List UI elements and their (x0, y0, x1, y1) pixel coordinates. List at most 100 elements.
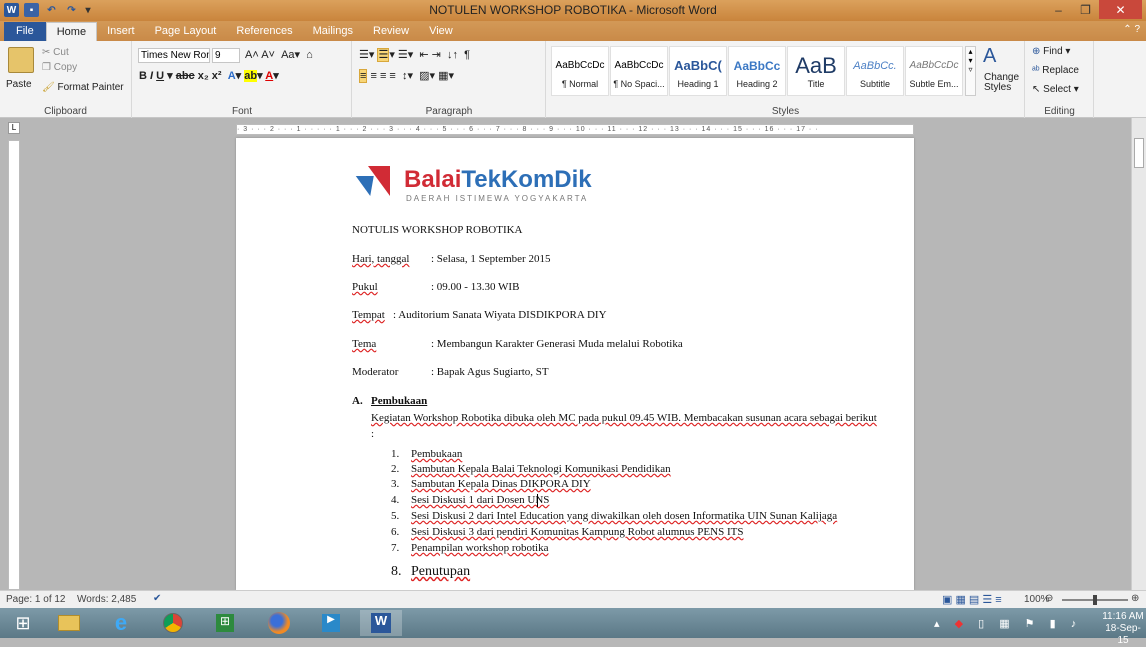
field-value-theme: : Membangun Karakter Generasi Muda melal… (431, 338, 683, 350)
paragraph-group: ☰▾ ☰▾ ☰▾ ⇤ ⇥ ↓↑ ¶ ≡ ≡ ≡ ≡ ↕▾ ▨▾ ▦▾ Parag… (353, 41, 546, 118)
tab-references[interactable]: References (226, 22, 302, 41)
section-title: Pembukaan (371, 395, 428, 407)
clipboard-label: Clipboard (44, 106, 87, 117)
taskbar-word[interactable]: W (360, 610, 402, 636)
tab-page-layout[interactable]: Page Layout (145, 22, 227, 41)
style-heading-1[interactable]: AaBbC(Heading 1 (669, 46, 727, 96)
alignment-buttons[interactable]: ≡ ≡ ≡ ≡ ↕▾ ▨▾ ▦▾ (359, 69, 454, 83)
tab-file[interactable]: File (4, 22, 46, 41)
style-name: Heading 2 (736, 79, 778, 89)
tab-view[interactable]: View (419, 22, 463, 41)
agenda-item: Sesi Diskusi 2 dari Intel Education yang… (411, 510, 838, 522)
ribbon-tabs: File Home Insert Page Layout References … (0, 21, 1146, 41)
editing-group: ⊕ Find ▾ ᵃᵇ Replace ↖ Select ▾ Editing (1026, 41, 1094, 118)
zoom-in-icon[interactable]: ⊕ (1131, 593, 1139, 604)
list-buttons[interactable]: ☰▾ ☰▾ ☰▾ ⇤ ⇥ ↓↑ ¶ (359, 48, 470, 62)
style-heading-2[interactable]: AaBbCc Heading 2 (728, 46, 786, 96)
agenda-number: 8. (391, 564, 402, 579)
tab-insert[interactable]: Insert (97, 22, 145, 41)
replace-button[interactable]: ᵃᵇ Replace (1032, 65, 1079, 76)
format-painter-button[interactable]: 🖌 Format Painter (42, 82, 124, 93)
style-preview: AaBbCcDc (909, 60, 959, 71)
select-label: Select (1043, 84, 1071, 95)
field-label-moderator: Moderator (352, 366, 399, 378)
close-button[interactable]: ✕ (1099, 0, 1142, 19)
style-no-spacing[interactable]: AaBbCcDc ¶ No Spaci... (610, 46, 668, 96)
view-buttons[interactable]: ▣ ▦ ▤ ☰ ≡ (942, 593, 1002, 606)
ruler-toggle[interactable]: L (8, 122, 20, 134)
opening-paragraph-end: : (371, 428, 375, 440)
cursor-icon: ↖ (1032, 84, 1041, 95)
style-preview: AaBbCcDc (614, 60, 664, 71)
scissors-icon: ✂ (42, 47, 54, 58)
brush-icon: 🖌 (42, 82, 55, 93)
taskbar-chrome[interactable] (152, 610, 194, 636)
font-name-select[interactable]: Times New Rom (138, 48, 210, 63)
zoom-slider-thumb[interactable] (1093, 595, 1097, 605)
clock[interactable]: 11:16 AM 18-Sep-15 (1100, 611, 1146, 647)
store-icon: ⊞ (216, 614, 234, 632)
field-label-theme: Tema (352, 338, 377, 350)
tab-review[interactable]: Review (363, 22, 419, 41)
style-preview: AaBbCcDc (555, 60, 605, 71)
opening-paragraph: Kegiatan Workshop Robotika dibuka oleh M… (371, 412, 877, 424)
change-styles-button[interactable]: Change Styles (984, 73, 1019, 93)
taskbar-media[interactable]: ▶ (310, 610, 352, 636)
document-page[interactable]: BalaiTekKomDik DAERAH ISTIMEWA YOGYAKART… (236, 138, 914, 590)
agenda-item: Penutupan (411, 564, 471, 579)
system-tray-icons[interactable]: ▴ ◆ ▯ ▦ ⚑ ▮ ♪ (934, 617, 1082, 630)
copy-button[interactable]: ❐ Copy (42, 62, 77, 73)
restore-button[interactable]: ❐ (1072, 0, 1099, 19)
tab-home[interactable]: Home (45, 22, 98, 41)
text-cursor (537, 494, 538, 507)
style-name: ¶ Normal (561, 79, 599, 89)
taskbar-store[interactable]: ⊞ (204, 610, 246, 636)
styles-scroll[interactable]: ▴ ▾ ▿ (965, 46, 976, 96)
proofing-icon[interactable]: ✔ (153, 593, 161, 604)
style-preview: AaBbC( (674, 58, 722, 73)
find-button[interactable]: ⊕ Find ▾ (1032, 46, 1070, 57)
taskbar-firefox[interactable] (258, 610, 300, 636)
paste-button[interactable]: Paste (6, 79, 32, 90)
help-icon[interactable]: ⌃ ? (1123, 24, 1140, 35)
font-size-select[interactable]: 9 (212, 48, 240, 63)
scroll-thumb[interactable] (1134, 138, 1144, 168)
styles-group: AaBbCcDc ¶ Normal AaBbCcDc ¶ No Spaci... A… (547, 41, 1025, 118)
horizontal-ruler[interactable]: · 3 · · · 2 · · · 1 · · · · · 1 · · · 2 … (236, 124, 914, 135)
word-icon: W (371, 613, 391, 633)
select-button[interactable]: ↖ Select ▾ (1032, 84, 1079, 95)
ie-icon: e (114, 610, 128, 635)
style-subtle-emphasis[interactable]: AaBbCcDc Subtle Em... (905, 46, 963, 96)
taskbar-ie[interactable]: e (100, 610, 142, 636)
window-title: NOTULEN WORKSHOP ROBOTIKA - Microsoft Wo… (429, 3, 717, 17)
copy-label: Copy (53, 62, 78, 73)
style-name: Title (807, 79, 825, 89)
copy-icon: ❐ (42, 62, 54, 73)
taskbar-explorer[interactable] (48, 610, 90, 636)
tab-mailings[interactable]: Mailings (303, 22, 363, 41)
vertical-ruler[interactable] (8, 140, 20, 590)
style-title[interactable]: AaB Title (787, 46, 845, 96)
field-label-time: Pukul (352, 281, 378, 293)
grow-shrink-font-buttons[interactable]: A˄ A˅ Aa▾ ⌂ (245, 48, 313, 61)
style-subtitle[interactable]: AaBbCc. Subtitle (846, 46, 904, 96)
agenda-item: Penampilan workshop robotika (411, 542, 549, 554)
minimize-button[interactable]: – (1045, 0, 1072, 19)
zoom-out-icon[interactable]: ⊖ (1045, 593, 1053, 604)
word-count[interactable]: Words: 2,485 (77, 594, 136, 605)
style-preview: AaBbCc (733, 59, 781, 73)
chrome-icon (163, 613, 183, 633)
agenda-item: Sambutan Kepala Balai Teknologi Komunika… (411, 463, 671, 475)
style-name: Subtitle (859, 79, 891, 89)
start-button[interactable]: ⊞ (2, 610, 44, 636)
paste-icon[interactable] (8, 47, 34, 73)
section-letter: A. (352, 395, 363, 407)
agenda-number: 4. (391, 494, 400, 506)
agenda-number: 2. (391, 463, 400, 475)
format-buttons[interactable]: B I U ▾ abc x₂ x² A▾ ab▾ A▾ (139, 69, 279, 82)
vertical-scrollbar[interactable] (1131, 118, 1146, 590)
page-count[interactable]: Page: 1 of 12 (6, 594, 66, 605)
cut-button[interactable]: ✂ Cut (42, 47, 69, 58)
style-normal[interactable]: AaBbCcDc ¶ Normal (551, 46, 609, 96)
agenda-number: 5. (391, 510, 400, 522)
